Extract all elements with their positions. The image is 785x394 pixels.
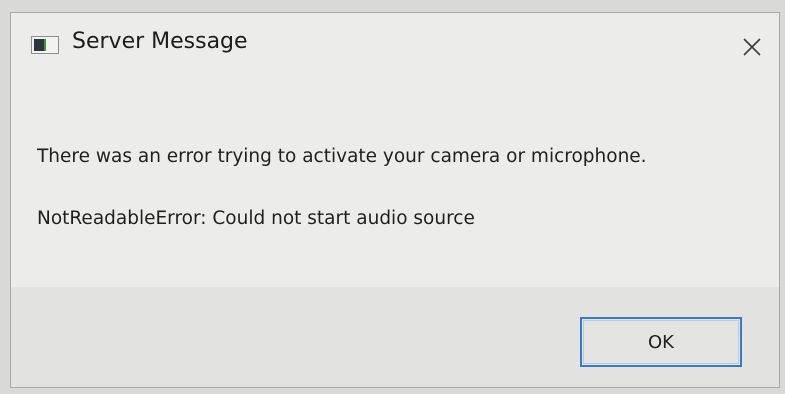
ok-button[interactable]: OK (580, 317, 742, 367)
server-message-dialog: Server Message There was an error trying… (10, 12, 780, 388)
error-message: There was an error trying to activate yo… (37, 146, 647, 167)
close-button[interactable] (731, 27, 771, 65)
dialog-footer: OK (11, 287, 779, 387)
dialog-title: Server Message (72, 29, 248, 54)
ok-button-label: OK (648, 331, 674, 353)
error-detail: NotReadableError: Could not start audio … (37, 208, 475, 229)
title-bar: Server Message (11, 13, 779, 79)
app-window-icon (31, 36, 59, 54)
close-icon (743, 38, 761, 56)
